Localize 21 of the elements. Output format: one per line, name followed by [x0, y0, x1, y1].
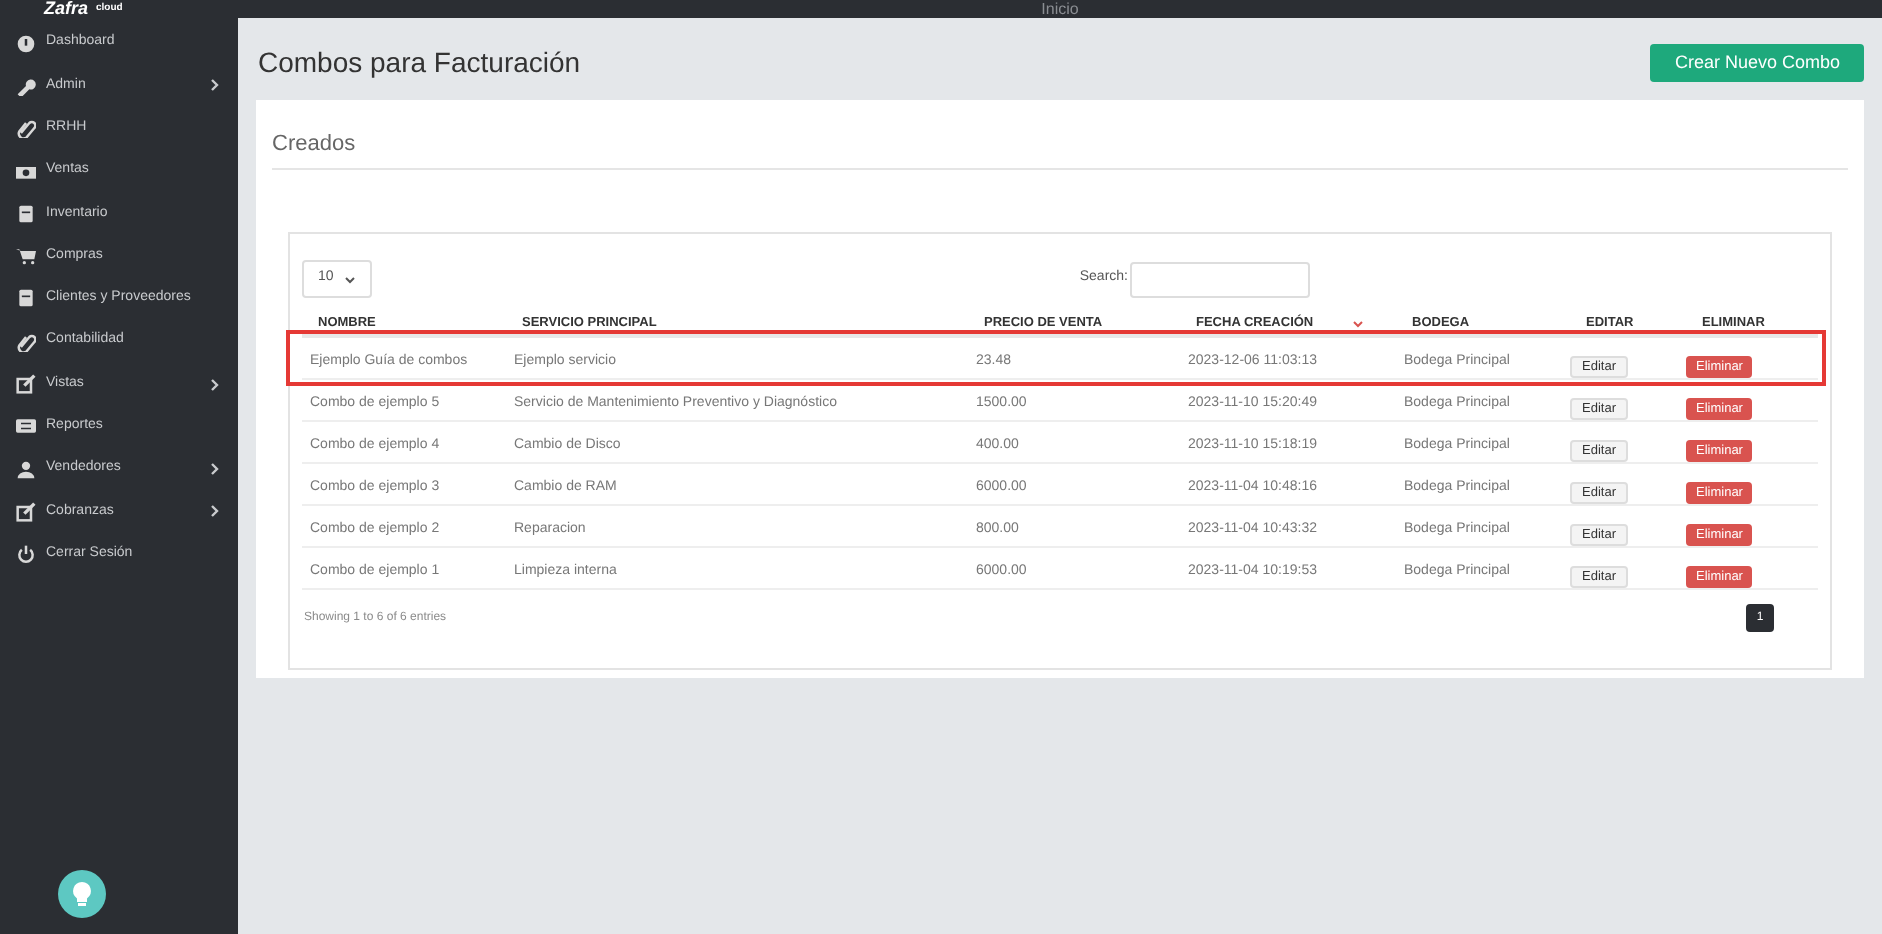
book-icon: [16, 288, 36, 309]
sort-descending-icon[interactable]: [1352, 320, 1364, 328]
user-icon: [16, 459, 36, 480]
list-icon: [16, 416, 36, 437]
search-field[interactable]: [1130, 261, 1310, 297]
cart-icon: [16, 246, 36, 267]
book-icon: [16, 203, 36, 224]
edit-icon: [16, 501, 36, 522]
page-title: Combos para Facturación: [256, 44, 581, 82]
page-heading: Inicio: [1041, 0, 1079, 18]
edit-icon: [16, 374, 36, 395]
card-title: Creados: [272, 132, 356, 156]
chevron-down-icon: [344, 275, 356, 283]
paperclip-icon: [16, 118, 36, 139]
power-icon: [16, 544, 36, 565]
paperclip-icon: [16, 331, 36, 352]
gauge-icon: [16, 33, 36, 54]
wrench-icon: [16, 75, 36, 96]
logo-text: Zafra: [44, 0, 89, 18]
banknote-icon: [16, 161, 36, 182]
lightbulb-icon[interactable]: [58, 870, 106, 918]
